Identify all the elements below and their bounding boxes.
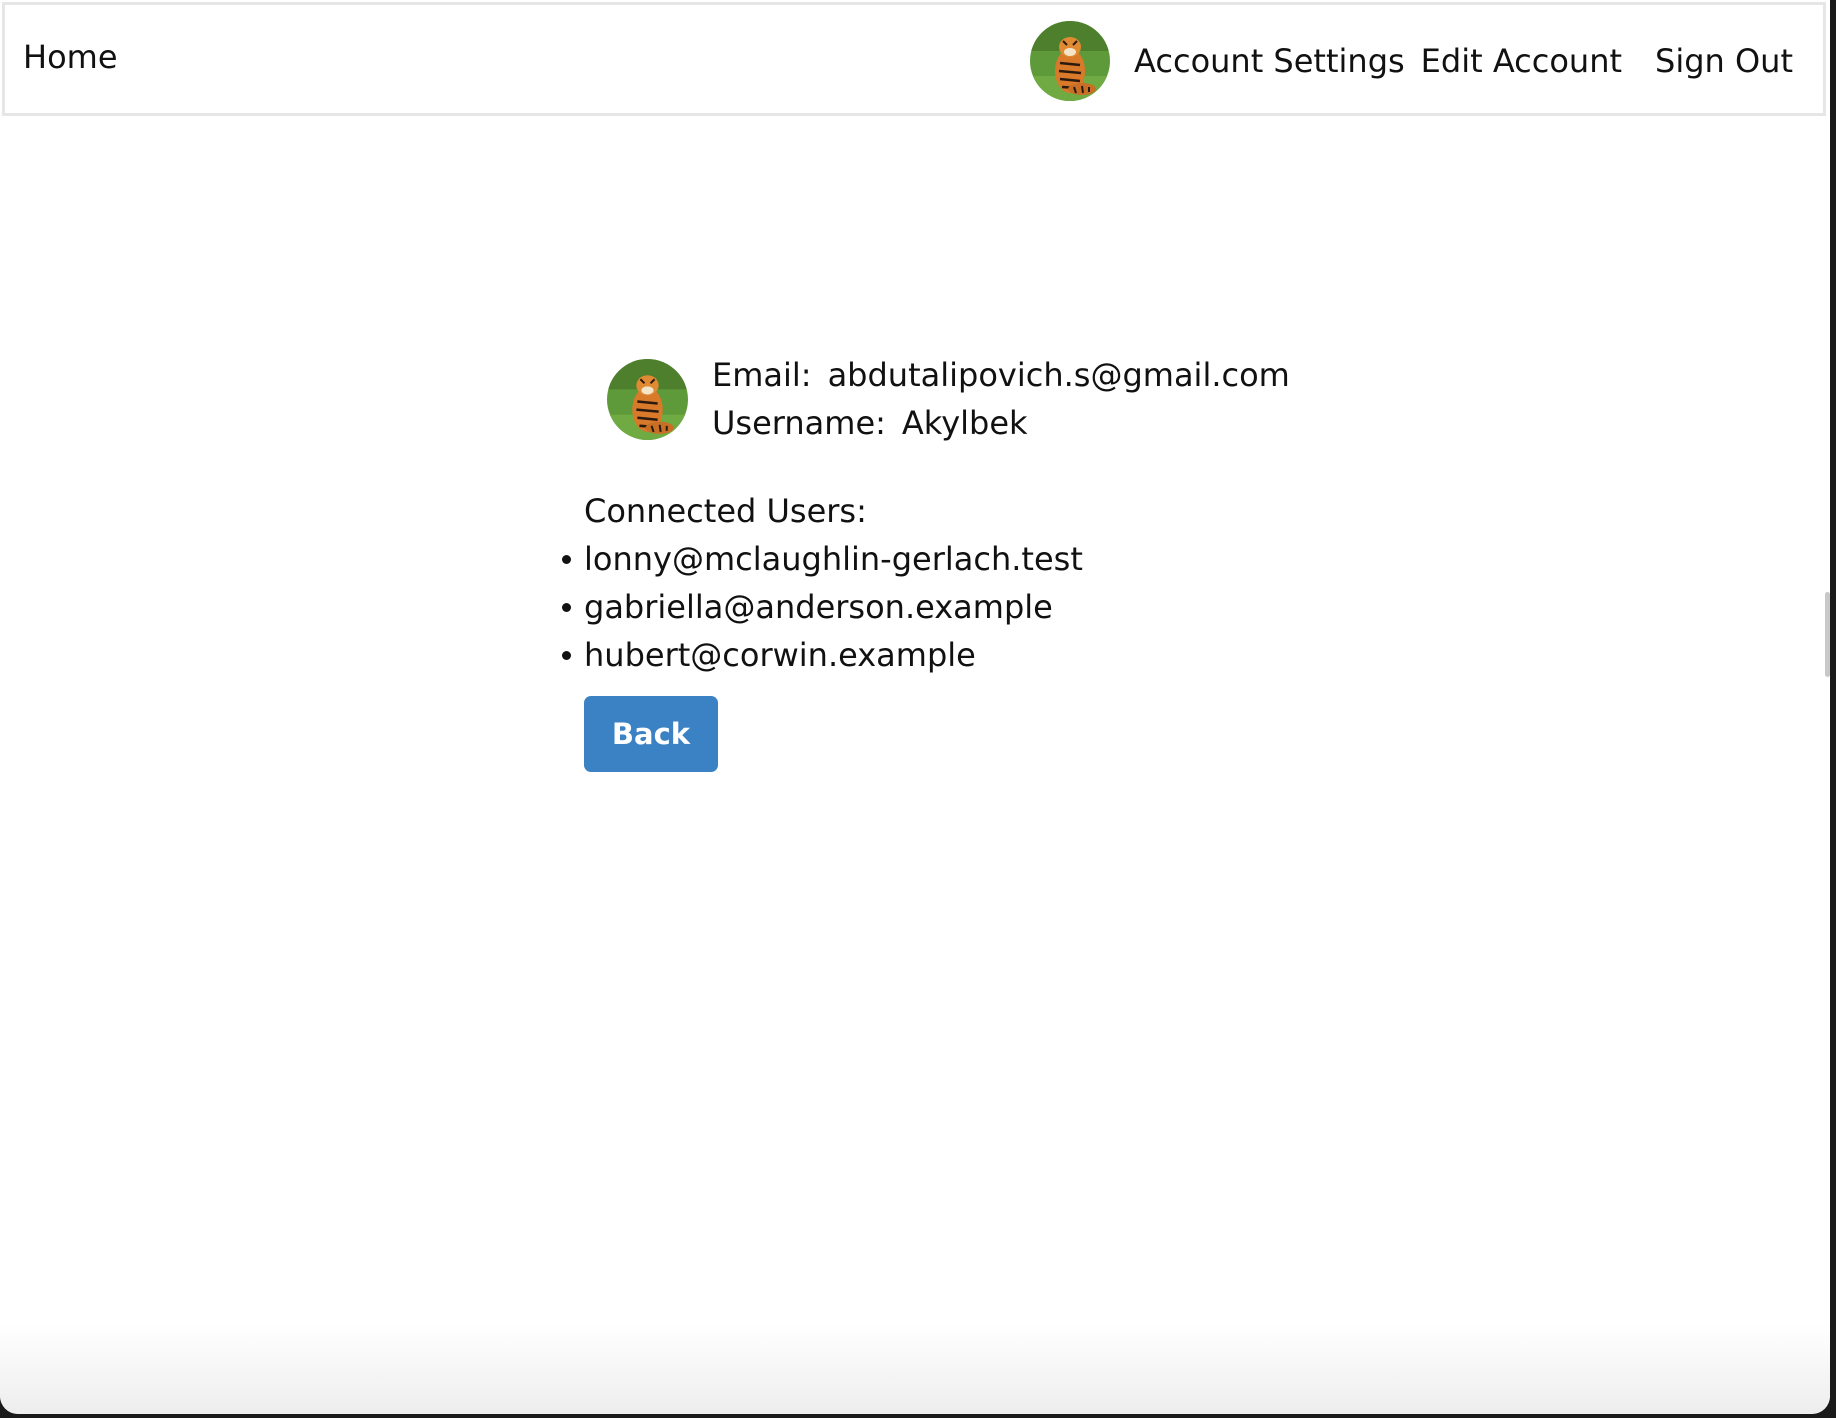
- bullet-icon: [562, 651, 571, 660]
- username-label: Username:: [712, 404, 886, 442]
- list-item: gabriella@anderson.example: [562, 583, 1083, 631]
- account-settings-link[interactable]: Account Settings: [1134, 45, 1405, 77]
- bullet-icon: [562, 603, 571, 612]
- tiger-avatar-icon[interactable]: [1030, 21, 1111, 101]
- username-value: Akylbek: [901, 404, 1028, 442]
- list-item: lonny@mclaughlin-gerlach.test: [562, 535, 1083, 583]
- tiger-avatar-icon: [607, 358, 688, 440]
- app-window: Home Account Settings Edit Account Sign …: [0, 0, 1830, 1414]
- bullet-icon: [562, 555, 571, 564]
- scrollbar-thumb[interactable]: [1825, 592, 1830, 677]
- email-label: Email:: [712, 356, 812, 394]
- connected-user-email: hubert@corwin.example: [584, 636, 976, 674]
- edit-account-link[interactable]: Edit Account: [1421, 45, 1622, 77]
- connected-users-section: Connected Users: lonny@mclaughlin-gerlac…: [562, 487, 1083, 679]
- connected-user-email: lonny@mclaughlin-gerlach.test: [584, 540, 1083, 578]
- window-bottom-shadow: [0, 1324, 1830, 1414]
- top-navbar: Home Account Settings Edit Account Sign …: [2, 2, 1826, 116]
- username-row: Username: Akylbek: [712, 399, 1290, 447]
- profile-card: Email: abdutalipovich.s@gmail.com Usernam…: [607, 351, 1290, 447]
- connected-user-email: gabriella@anderson.example: [584, 588, 1053, 626]
- email-row: Email: abdutalipovich.s@gmail.com: [712, 351, 1290, 399]
- home-link[interactable]: Home: [23, 41, 118, 73]
- list-item: hubert@corwin.example: [562, 631, 1083, 679]
- sign-out-link[interactable]: Sign Out: [1655, 45, 1793, 77]
- connected-users-list: lonny@mclaughlin-gerlach.test gabriella@…: [562, 535, 1083, 679]
- navbar-right-group: Account Settings Edit Account Sign Out: [1030, 21, 1793, 101]
- email-value: abdutalipovich.s@gmail.com: [827, 356, 1290, 394]
- profile-details: Email: abdutalipovich.s@gmail.com Usernam…: [712, 351, 1290, 447]
- connected-users-title: Connected Users:: [584, 492, 867, 530]
- back-button[interactable]: Back: [584, 696, 718, 772]
